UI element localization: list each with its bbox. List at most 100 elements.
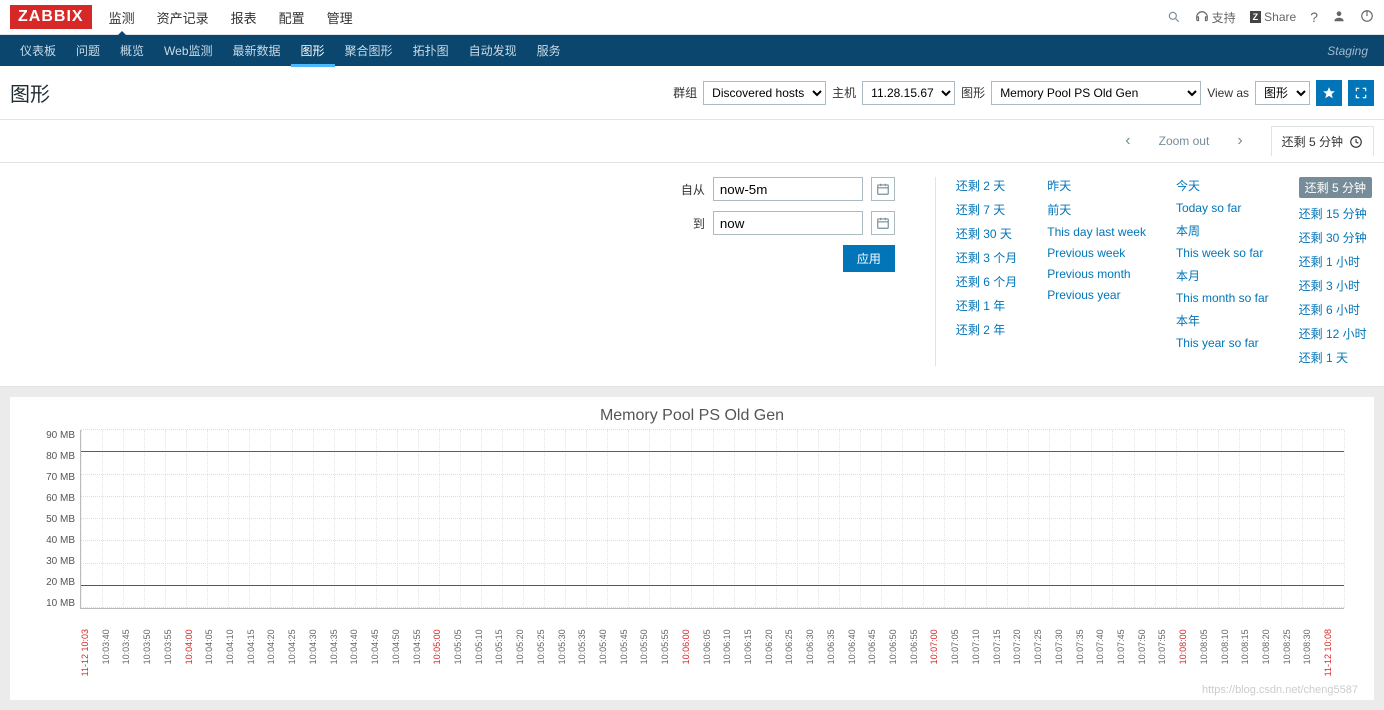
zoom-out-button[interactable]: Zoom out bbox=[1159, 134, 1210, 148]
quick-range-link[interactable]: 还剩 6 个月 bbox=[956, 273, 1017, 290]
quick-range-link[interactable]: 前天 bbox=[1047, 201, 1146, 218]
x-tick: 10:04:05 bbox=[204, 629, 225, 680]
quick-range-link[interactable]: This month so far bbox=[1176, 291, 1269, 305]
quick-range-link[interactable]: 还剩 30 分钟 bbox=[1299, 229, 1372, 246]
topnav-item-2[interactable]: 报表 bbox=[229, 0, 259, 35]
quick-range-link[interactable]: 还剩 5 分钟 bbox=[1299, 177, 1372, 198]
quick-range-link[interactable]: 本月 bbox=[1176, 267, 1269, 284]
subnav-item-3[interactable]: Web监测 bbox=[154, 34, 222, 67]
quick-range-link[interactable]: This day last week bbox=[1047, 225, 1146, 239]
x-tick: 10:07:10 bbox=[971, 629, 992, 680]
graph-select[interactable]: Memory Pool PS Old Gen bbox=[991, 81, 1201, 105]
topnav-item-3[interactable]: 配置 bbox=[277, 0, 307, 35]
x-tick: 10:05:50 bbox=[639, 629, 660, 680]
series-max bbox=[81, 451, 1344, 452]
x-tick: 10:07:35 bbox=[1075, 629, 1096, 680]
subnav-item-1[interactable]: 问题 bbox=[66, 34, 110, 67]
quick-col: 还剩 2 天还剩 7 天还剩 30 天还剩 3 个月还剩 6 个月还剩 1 年还… bbox=[956, 177, 1017, 366]
timeline-bar: ‹ Zoom out › 还剩 5 分钟 bbox=[0, 120, 1384, 163]
quick-range-link[interactable]: 还剩 30 天 bbox=[956, 225, 1017, 242]
quick-range-link[interactable]: This year so far bbox=[1176, 336, 1269, 350]
x-tick: 10:03:50 bbox=[142, 629, 163, 680]
quick-col: 昨天前天 This day last week Previous week Previ… bbox=[1047, 177, 1146, 366]
x-tick: 10:06:00 bbox=[681, 629, 702, 680]
search-input[interactable] bbox=[1031, 6, 1181, 28]
share-link[interactable]: Z Share bbox=[1250, 10, 1297, 24]
x-tick: 10:05:05 bbox=[453, 629, 474, 680]
quick-range-link[interactable]: 还剩 15 分钟 bbox=[1299, 205, 1372, 222]
quick-range-link[interactable]: 还剩 1 小时 bbox=[1299, 253, 1372, 270]
prev-range-button[interactable]: ‹ bbox=[1117, 132, 1138, 150]
power-icon[interactable] bbox=[1360, 9, 1374, 26]
current-range-label: 还剩 5 分钟 bbox=[1282, 133, 1343, 150]
subnav-item-9[interactable]: 服务 bbox=[527, 34, 571, 67]
x-tick: 10:04:10 bbox=[225, 629, 246, 680]
host-select[interactable]: 11.28.15.67 bbox=[862, 81, 955, 105]
x-tick: 10:03:45 bbox=[121, 629, 142, 680]
x-tick: 10:05:25 bbox=[536, 629, 557, 680]
x-tick: 11-12 10:03 bbox=[80, 629, 101, 680]
quick-range-link[interactable]: 还剩 1 年 bbox=[956, 297, 1017, 314]
y-tick: 80 MB bbox=[30, 451, 75, 462]
to-label: 到 bbox=[675, 215, 705, 232]
subnav-item-7[interactable]: 拓扑图 bbox=[403, 34, 459, 67]
subnav-item-4[interactable]: 最新数据 bbox=[223, 34, 291, 67]
from-calendar-button[interactable] bbox=[871, 177, 895, 201]
quick-range-link[interactable]: Previous month bbox=[1047, 267, 1146, 281]
quick-range-link[interactable]: This week so far bbox=[1176, 246, 1269, 260]
quick-range-link[interactable]: Today so far bbox=[1176, 201, 1269, 215]
x-tick: 10:03:55 bbox=[163, 629, 184, 680]
chart-card: Memory Pool PS Old Gen 90 MB80 MB70 MB60… bbox=[10, 397, 1374, 700]
quick-range-link[interactable]: 本周 bbox=[1176, 222, 1269, 239]
filters: 群组 Discovered hosts 主机 11.28.15.67 图形 Me… bbox=[673, 80, 1374, 106]
plot[interactable] bbox=[80, 430, 1344, 609]
subnav-item-0[interactable]: 仪表板 bbox=[10, 34, 66, 67]
apply-button[interactable]: 应用 bbox=[843, 245, 895, 272]
quick-range-link[interactable]: 还剩 12 小时 bbox=[1299, 325, 1372, 342]
x-tick: 10:08:30 bbox=[1302, 629, 1323, 680]
subnav-item-5[interactable]: 图形 bbox=[291, 34, 335, 67]
viewas-label: View as bbox=[1207, 86, 1249, 100]
quick-range-link[interactable]: 还剩 7 天 bbox=[956, 201, 1017, 218]
viewas-select[interactable]: 图形 bbox=[1255, 81, 1310, 105]
quick-range-link[interactable]: 还剩 2 年 bbox=[956, 321, 1017, 338]
quick-col: 还剩 5 分钟还剩 15 分钟还剩 30 分钟还剩 1 小时还剩 3 小时还剩 … bbox=[1299, 177, 1372, 366]
help-icon[interactable]: ? bbox=[1310, 9, 1318, 25]
subnav-item-8[interactable]: 自动发现 bbox=[459, 34, 527, 67]
from-input[interactable] bbox=[713, 177, 863, 201]
top-nav: 监测资产记录报表配置管理 bbox=[107, 0, 355, 35]
x-tick: 10:07:50 bbox=[1137, 629, 1158, 680]
to-calendar-button[interactable] bbox=[871, 211, 895, 235]
quick-range-link[interactable]: 还剩 3 小时 bbox=[1299, 277, 1372, 294]
x-tick: 11-12 10:08 bbox=[1323, 629, 1344, 680]
topnav-item-4[interactable]: 管理 bbox=[325, 0, 355, 35]
quick-range-link[interactable]: Previous week bbox=[1047, 246, 1146, 260]
x-tick: 10:05:30 bbox=[557, 629, 578, 680]
favorite-button[interactable] bbox=[1316, 80, 1342, 106]
to-input[interactable] bbox=[713, 211, 863, 235]
support-link[interactable]: 支持 bbox=[1195, 9, 1236, 26]
quick-range-link[interactable]: 还剩 6 小时 bbox=[1299, 301, 1372, 318]
y-tick: 30 MB bbox=[30, 556, 75, 567]
user-icon[interactable] bbox=[1332, 9, 1346, 26]
quick-range-link[interactable]: 还剩 2 天 bbox=[956, 177, 1017, 194]
subnav-item-6[interactable]: 聚合图形 bbox=[335, 34, 403, 67]
from-label: 自从 bbox=[675, 181, 705, 198]
quick-range-link[interactable]: 昨天 bbox=[1047, 177, 1146, 194]
quick-range-link[interactable]: 本年 bbox=[1176, 312, 1269, 329]
range-form: 自从 到 应用 bbox=[12, 177, 925, 366]
staging-label: Staging bbox=[1327, 44, 1374, 58]
group-select[interactable]: Discovered hosts bbox=[703, 81, 826, 105]
next-range-button[interactable]: › bbox=[1229, 132, 1250, 150]
topnav-item-0[interactable]: 监测 bbox=[107, 0, 137, 35]
quick-range-link[interactable]: 还剩 1 天 bbox=[1299, 349, 1372, 366]
subnav-item-2[interactable]: 概览 bbox=[110, 34, 154, 67]
search-icon[interactable] bbox=[1031, 6, 1181, 28]
quick-range-link[interactable]: 还剩 3 个月 bbox=[956, 249, 1017, 266]
quick-range-link[interactable]: 今天 bbox=[1176, 177, 1269, 194]
current-range-tab[interactable]: 还剩 5 分钟 bbox=[1271, 126, 1374, 156]
fullscreen-button[interactable] bbox=[1348, 80, 1374, 106]
divider bbox=[935, 177, 936, 366]
topnav-item-1[interactable]: 资产记录 bbox=[155, 0, 211, 35]
quick-range-link[interactable]: Previous year bbox=[1047, 288, 1146, 302]
